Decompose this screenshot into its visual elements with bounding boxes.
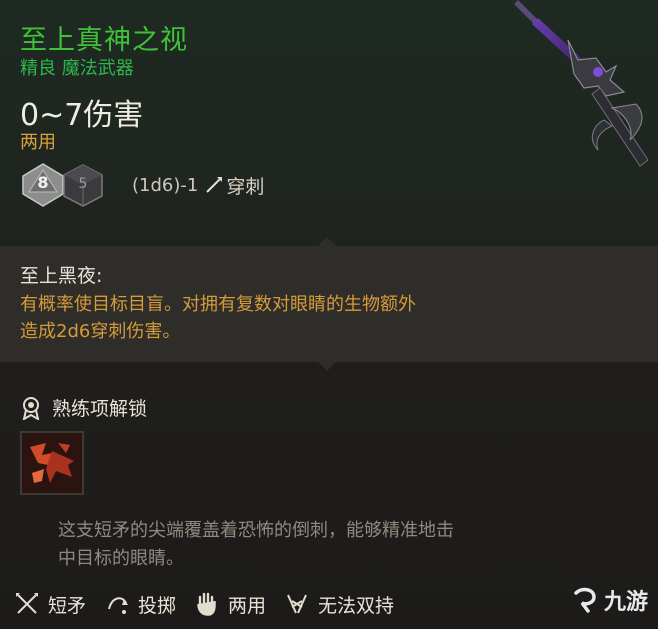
proficiency-medal-icon [22, 396, 40, 420]
short-spear-icon [16, 593, 38, 614]
damage-dice-row: 8 5 (1d6)-1 穿刺 [20, 160, 264, 210]
watermark-text: 九游 [603, 590, 648, 615]
trait-label: 短矛 [48, 594, 87, 617]
proficiency-header-label: 熟练项解锁 [52, 398, 148, 420]
proficiency-header: 熟练项解锁 [20, 394, 147, 421]
pierce-icon [206, 177, 223, 193]
passive-description-line: 造成2d6穿刺伤害。 [20, 321, 181, 342]
d6-die-value: 5 [78, 176, 88, 192]
jiuyou-logo-icon [574, 587, 596, 613]
no-dual-wield-icon [287, 594, 307, 614]
spear-artwork-icon [514, 0, 649, 167]
trait-short-spear[interactable]: 短矛 [14, 591, 86, 618]
proficiency-action-icon[interactable] [20, 431, 84, 495]
trait-throw[interactable]: 投掷 [104, 591, 176, 618]
damage-type-label: 穿刺 [226, 175, 265, 198]
trait-label: 两用 [228, 594, 267, 617]
throw-icon [108, 597, 129, 614]
section-notch [318, 362, 336, 371]
versatile-hand-icon [197, 592, 216, 616]
weapon-traits: 短矛 投掷 两用 无法双持 [14, 586, 412, 622]
flavor-fade-overlay [470, 510, 658, 580]
dice-formula: (1d6)-1 穿刺 [132, 172, 264, 199]
handedness-label: 两用 [20, 132, 56, 153]
trait-label: 投掷 [138, 594, 177, 617]
passive-description: 有概率使目标目盲。对拥有复数对眼睛的生物额外 造成2d6穿刺伤害。 [20, 291, 620, 345]
section-notch [318, 237, 336, 246]
item-title: 至上真神之视 [20, 25, 188, 56]
trait-versatile[interactable]: 两用 [194, 591, 266, 618]
passive-description-line: 有概率使目标目盲。对拥有复数对眼睛的生物额外 [20, 294, 416, 315]
d6-die-icon: 5 [60, 162, 106, 208]
trait-label: 无法双持 [318, 594, 395, 617]
dice-formula-text: (1d6)-1 [132, 174, 199, 196]
item-rarity: 精良 魔法武器 [20, 58, 134, 79]
trait-no-dual-wield[interactable]: 无法双持 [284, 591, 394, 618]
passive-ability-box: 至上黑夜: 有概率使目标目盲。对拥有复数对眼睛的生物额外 造成2d6穿刺伤害。 [0, 246, 658, 362]
jiuyou-watermark: 九游 [570, 584, 648, 616]
item-tooltip: 至上真神之视 精良 魔法武器 0~7伤害 两用 8 5 (1d6)-1 穿刺 至… [0, 0, 658, 629]
passive-name: 至上黑夜: [20, 265, 103, 287]
